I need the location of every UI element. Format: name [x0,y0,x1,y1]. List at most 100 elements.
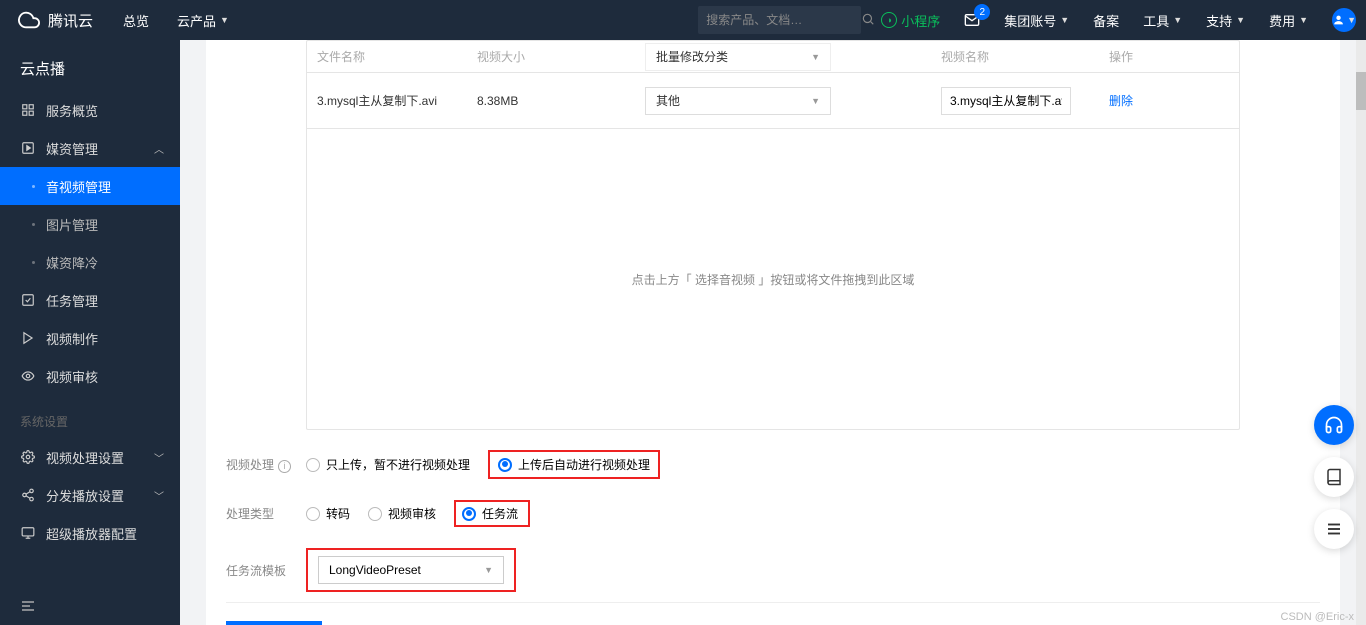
logo-area[interactable]: 腾讯云 [18,9,93,31]
grid-icon [20,102,36,118]
avatar[interactable]: ▼ [1332,8,1356,32]
delete-link[interactable]: 删除 [1109,94,1133,108]
search-box[interactable] [698,6,861,34]
watermark: CSDN @Eric-x [1281,611,1355,623]
panel: 文件名称 视频大小 批量修改分类 ▼ 视频名称 操作 3.mysql主从复制下.… [206,40,1340,625]
row-category-select[interactable]: 其他 ▼ [645,87,831,115]
share-icon [20,487,36,503]
chevron-down-icon: ▼ [484,565,493,575]
eye-icon [20,368,36,384]
book-icon [1325,468,1343,486]
chevron-down-icon: ▼ [811,96,820,106]
tools-menu: 工具▼ [1143,11,1182,30]
radio-icon [306,458,320,472]
nav-products[interactable]: 云产品▼ [177,11,229,30]
sidebar-item-overview[interactable]: 服务概览 [0,91,180,129]
float-buttons [1314,405,1354,549]
drop-zone[interactable]: 点击上方「 选择音视频 」按钮或将文件拖拽到此区域 [307,129,1239,429]
check-square-icon [20,292,36,308]
support-menu[interactable]: 支持▼ [1206,11,1245,30]
sidebar-title: 云点播 [0,40,180,91]
sidebar-sub-image[interactable]: 图片管理 [0,205,180,243]
cost-menu[interactable]: 费用▼ [1269,11,1308,30]
start-upload-button[interactable]: 开始上传 [226,621,322,625]
radio-upload-only[interactable]: 只上传，暂不进行视频处理 [306,456,470,473]
chevron-up-icon: ︿ [154,141,164,156]
highlight-template: LongVideoPreset ▼ [306,548,516,592]
message-badge: 2 [974,4,990,20]
brand-text: 腾讯云 [48,10,93,31]
mini-program[interactable]: ◑ 小程序 [881,11,940,30]
radio-icon [498,458,512,472]
sidebar-item-media[interactable]: 媒资管理 ︿ [0,129,180,167]
top-header: 腾讯云 总览 云产品▼ ◑ 小程序 2 集团账号▼ 备案 工具▼ 支持▼ 费用▼… [0,0,1366,40]
radio-taskflow[interactable]: 任务流 [462,505,518,522]
row-proc-type: 处理类型 转码 视频审核 任务流 [226,500,1320,527]
play-icon [20,330,36,346]
gear-icon [20,449,36,465]
cell-category: 其他 ▼ [645,87,941,115]
radio-transcode[interactable]: 转码 [306,505,350,522]
chevron-down-icon: ▼ [811,52,820,62]
sidebar-item-produce[interactable]: 视频制作 [0,319,180,357]
chevron-down-icon: ▼ [1347,15,1356,25]
sidebar-item-proc-set[interactable]: 视频处理设置 ﹀ [0,438,180,476]
cloud-logo-icon [18,9,40,31]
video-name-input[interactable] [941,87,1071,115]
nav-left: 总览 云产品▼ [123,11,229,30]
list-icon [1325,520,1343,538]
highlight-flow: 任务流 [454,500,530,527]
chevron-down-icon: ﹀ [154,450,164,465]
table-row: 3.mysql主从复制下.avi 8.38MB 其他 ▼ 删除 [307,73,1239,129]
chevron-down-icon: ▼ [1299,15,1308,25]
chevron-down-icon: ▼ [220,15,229,25]
support-float[interactable] [1314,405,1354,445]
sidebar-section-label: 系统设置 [0,413,180,438]
nav-overview[interactable]: 总览 [123,11,149,30]
chevron-down-icon: ▼ [1173,15,1182,25]
radio-audit[interactable]: 视频审核 [368,505,436,522]
beian[interactable]: 备案 [1093,11,1119,30]
search-icon[interactable] [861,12,875,29]
table-header: 文件名称 视频大小 批量修改分类 ▼ 视频名称 操作 [307,41,1239,73]
scrollbar[interactable] [1356,40,1366,625]
highlight-autoproc: 上传后自动进行视频处理 [488,450,660,479]
col-filename: 文件名称 [317,48,477,65]
monitor-icon [20,525,36,541]
sidebar-sub-cool[interactable]: 媒资降冷 [0,243,180,281]
chevron-down-icon: ▼ [1060,15,1069,25]
bulk-category-select[interactable]: 批量修改分类 ▼ [645,43,831,71]
headset-icon [1324,415,1344,435]
col-size: 视频大小 [477,48,645,65]
row-template: 任务流模板 LongVideoPreset ▼ [226,548,1320,592]
label-proc: 视频处理i [226,456,306,473]
nav-right: ◑ 小程序 2 集团账号▼ 备案 工具▼ 支持▼ 费用▼ ▼ [881,8,1356,32]
menu-float[interactable] [1314,509,1354,549]
sidebar-sub-av[interactable]: 音视频管理 [0,167,180,205]
sidebar-item-player-set[interactable]: 超级播放器配置 [0,514,180,552]
sidebar-item-dist-set[interactable]: 分发播放设置 ﹀ [0,476,180,514]
info-icon[interactable]: i [278,460,291,473]
sidebar-item-task[interactable]: 任务管理 [0,281,180,319]
search-input[interactable] [706,13,861,27]
radio-auto-proc[interactable]: 上传后自动进行视频处理 [498,456,650,473]
upload-table: 文件名称 视频大小 批量修改分类 ▼ 视频名称 操作 3.mysql主从复制下.… [306,40,1240,430]
sidebar: 云点播 服务概览 媒资管理 ︿ 音视频管理 图片管理 媒资降冷 任务管理 视频制… [0,40,180,625]
radio-icon [462,507,476,521]
cell-vname [941,87,1109,115]
messages[interactable]: 2 [964,12,980,28]
cell-filename: 3.mysql主从复制下.avi [317,92,477,109]
cell-size: 8.38MB [477,94,645,108]
account-menu[interactable]: 集团账号▼ [1004,11,1069,30]
label-type: 处理类型 [226,505,306,522]
docs-float[interactable] [1314,457,1354,497]
sidebar-item-audit[interactable]: 视频审核 [0,357,180,395]
radio-icon [368,507,382,521]
sidebar-collapse[interactable] [0,587,180,625]
col-category: 批量修改分类 ▼ [645,43,941,71]
col-action: 操作 [1109,48,1229,65]
scrollbar-thumb[interactable] [1356,72,1366,110]
play-square-icon [20,140,36,156]
template-select[interactable]: LongVideoPreset ▼ [318,556,504,584]
row-video-proc: 视频处理i 只上传，暂不进行视频处理 上传后自动进行视频处理 [226,450,1320,479]
